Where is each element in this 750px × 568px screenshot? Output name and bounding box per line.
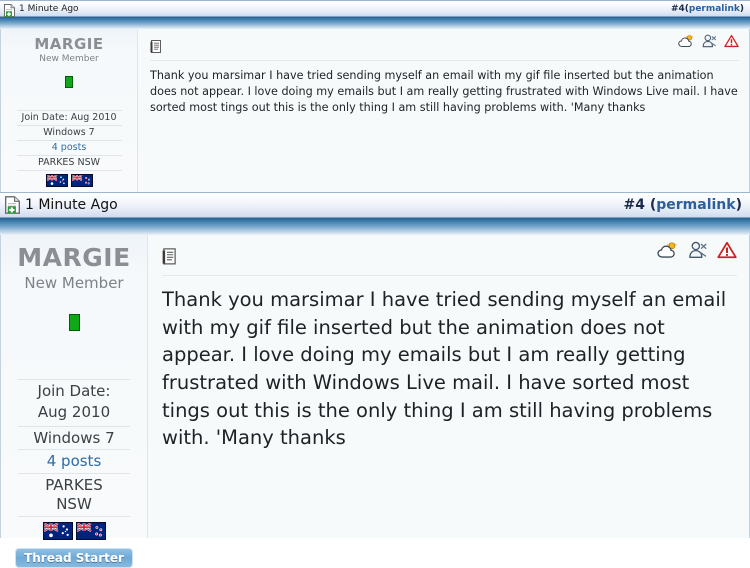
- user-profile-icon[interactable]: [702, 33, 717, 52]
- user-os: Windows 7: [16, 124, 122, 140]
- weather-cloud-icon[interactable]: [678, 33, 695, 52]
- post-user-column: MARGIE New Member Join Date: Aug 2010 Wi…: [1, 29, 138, 208]
- post-action-icons[interactable]: [657, 241, 737, 263]
- permalink-link[interactable]: permalink: [656, 197, 735, 213]
- user-profile-icon[interactable]: [688, 241, 708, 263]
- weather-cloud-icon[interactable]: [657, 241, 679, 263]
- flag-list: [17, 173, 122, 187]
- permalink-link[interactable]: permalink: [689, 4, 740, 14]
- forum-post: MARGIE New Member Join Date: Aug 2010 Wi…: [0, 29, 750, 208]
- user-os: Windows 7: [18, 425, 130, 450]
- post-timestamp: 1 Minute Ago: [25, 197, 118, 213]
- user-join-date: Join Date: Aug 2010: [18, 379, 130, 426]
- new-zealand-flag: [75, 521, 106, 540]
- post-message-column: Thank you marsimar I have tried sending …: [148, 235, 749, 538]
- post-message-toolbar: [162, 241, 737, 266]
- user-location-city: PARKES: [45, 476, 103, 494]
- post-meta-left: 1 Minute Ago: [4, 2, 79, 17]
- post-action-icons[interactable]: [678, 33, 739, 52]
- close-paren: ): [739, 3, 744, 14]
- post-body-text: Thank you marsimar I have tried sending …: [162, 288, 727, 450]
- post-header-strip-zoomed: [0, 218, 750, 235]
- new-post-document-icon: [5, 196, 20, 214]
- australia-flag: [42, 521, 73, 540]
- username[interactable]: MARGIE: [1, 35, 137, 53]
- username[interactable]: MARGIE: [1, 243, 147, 272]
- online-indicator: [65, 76, 73, 88]
- post-text-document-icon: [162, 248, 177, 266]
- post-number: #4: [623, 197, 645, 213]
- user-stats-list: Join Date: Aug 2010 Windows 7 4 posts PA…: [18, 379, 130, 542]
- user-join-date-label: Join Date:: [37, 382, 111, 400]
- post-user-column: MARGIE New Member Join Date: Aug 2010 Wi…: [1, 235, 148, 568]
- post-meta-bar: 1 Minute Ago #4(permalink): [0, 0, 750, 17]
- report-warning-icon[interactable]: [724, 33, 739, 52]
- post-divider-rule: [150, 60, 739, 61]
- user-join-date: Join Date: Aug 2010: [16, 110, 122, 125]
- new-zealand-flag: [70, 173, 93, 187]
- post-body-text: Thank you marsimar I have tried sending …: [150, 69, 738, 114]
- user-post-count[interactable]: 4 posts: [16, 139, 122, 155]
- post-timestamp: 1 Minute Ago: [19, 3, 79, 14]
- post-meta-bar-zoomed: 1 Minute Ago #4 (permalink): [0, 192, 750, 218]
- post-header-strip: [0, 17, 750, 29]
- user-flags-row: [16, 169, 122, 188]
- post-number: #4: [670, 3, 685, 14]
- post-text-document-icon: [150, 39, 162, 53]
- close-paren: ): [735, 197, 742, 213]
- user-location: PARKES NSW: [16, 154, 122, 170]
- user-title: New Member: [39, 54, 99, 64]
- report-warning-icon[interactable]: [717, 241, 737, 263]
- user-stats-list: Join Date: Aug 2010 Windows 7 4 posts PA…: [16, 110, 122, 188]
- user-title: New Member: [24, 274, 124, 292]
- flag-list: [18, 521, 130, 540]
- post-message-column: Thank you marsimar I have tried sending …: [138, 29, 749, 192]
- post-divider-rule: [162, 275, 737, 276]
- forum-post-zoomed: MARGIE New Member Join Date: Aug 2010 Wi…: [0, 235, 750, 568]
- user-post-count[interactable]: 4 posts: [18, 449, 130, 473]
- thread-starter-badge: Thread Starter: [15, 547, 133, 568]
- user-location: PARKES NSW: [18, 473, 130, 516]
- post-message-toolbar: [150, 33, 739, 53]
- online-indicator: [68, 314, 80, 331]
- new-post-document-icon: [4, 2, 15, 17]
- post-permalink-group[interactable]: #4 (permalink): [623, 197, 742, 213]
- post-meta-left-zoomed: 1 Minute Ago: [5, 196, 118, 214]
- user-join-date-value: Aug 2010: [37, 402, 111, 421]
- australia-flag: [45, 173, 68, 187]
- post-permalink-group[interactable]: #4(permalink): [671, 4, 744, 14]
- user-location-state: NSW: [56, 494, 92, 513]
